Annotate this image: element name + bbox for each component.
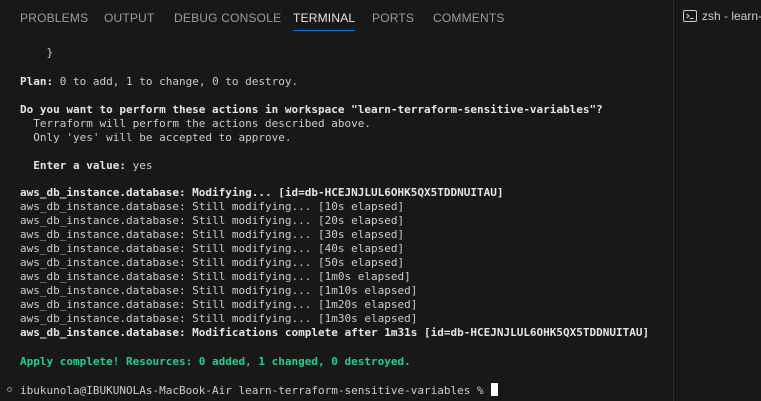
progress-text: Still modifying... [1m20s elapsed] — [185, 298, 418, 311]
resource-prefix: aws_db_instance.database: — [20, 228, 186, 241]
terminal-line-progress: aws_db_instance.database: Still modifyin… — [20, 214, 404, 228]
progress-text: Still modifying... [1m30s elapsed] — [185, 312, 418, 325]
resource-prefix: aws_db_instance.database: — [20, 298, 186, 311]
terminal-line-progress: aws_db_instance.database: Still modifyin… — [20, 200, 404, 214]
terminal-line-info-1: Terraform will perform the actions descr… — [20, 117, 371, 130]
terminal-line-progress: aws_db_instance.database: Still modifyin… — [20, 228, 404, 242]
terminal-instance-label: zsh - learn- — [702, 9, 761, 23]
command-decoration-icon[interactable] — [7, 387, 12, 392]
terminal-prompt-line[interactable]: ibukunola@IBUKUNOLAs-MacBook-Air learn-t… — [20, 383, 499, 398]
terminal-line-info-2: Only 'yes' will be accepted to approve. — [20, 131, 292, 144]
plan-label: Plan: — [20, 75, 54, 88]
enter-value-label: Enter a value: — [20, 159, 126, 172]
terminal-line-progress: aws_db_instance.database: Still modifyin… — [20, 284, 417, 298]
resource-prefix: aws_db_instance.database: — [20, 312, 186, 325]
terminal-output[interactable]: } Plan: 0 to add, 1 to change, 0 to dest… — [20, 0, 670, 401]
terminal-line-progress: aws_db_instance.database: Still modifyin… — [20, 298, 417, 312]
progress-text: Still modifying... [20s elapsed] — [185, 214, 405, 227]
terminal-panel: PROBLEMS OUTPUT DEBUG CONSOLE TERMINAL P… — [0, 0, 761, 401]
terminal-line-progress: aws_db_instance.database: Still modifyin… — [20, 242, 404, 256]
terminal-icon — [683, 10, 697, 22]
terminal-line-brace: } — [20, 46, 54, 59]
resource-prefix: aws_db_instance.database: — [20, 200, 186, 213]
terminal-line-question: Do you want to perform these actions in … — [20, 103, 603, 116]
terminal-line-plan: Plan: 0 to add, 1 to change, 0 to destro… — [20, 75, 298, 89]
terminal-cursor — [491, 383, 499, 396]
resource-prefix: aws_db_instance.database: — [20, 270, 186, 283]
enter-value-input: yes — [125, 159, 153, 172]
shell-prompt: ibukunola@IBUKUNOLAs-MacBook-Air learn-t… — [20, 384, 491, 397]
terminal-instance-item[interactable]: zsh - learn- — [683, 9, 761, 23]
resource-prefix: aws_db_instance.database: — [20, 284, 186, 297]
progress-text: Still modifying... [10s elapsed] — [185, 200, 405, 213]
terminal-line-progress: aws_db_instance.database: Still modifyin… — [20, 312, 417, 326]
terminal-line-progress: aws_db_instance.database: Still modifyin… — [20, 270, 411, 284]
progress-text: Still modifying... [50s elapsed] — [185, 256, 405, 269]
plan-summary: 0 to add, 1 to change, 0 to destroy. — [53, 75, 299, 88]
terminal-line-progress: aws_db_instance.database: Still modifyin… — [20, 256, 404, 270]
progress-text: Still modifying... [1m10s elapsed] — [185, 284, 418, 297]
terminal-line-enter-value: Enter a value: yes — [20, 159, 152, 173]
progress-text: Still modifying... [40s elapsed] — [185, 242, 405, 255]
terminal-line-complete: aws_db_instance.database: Modifications … — [20, 326, 650, 339]
resource-prefix: aws_db_instance.database: — [20, 242, 186, 255]
progress-text: Still modifying... [30s elapsed] — [185, 228, 405, 241]
terminal-line-apply-complete: Apply complete! Resources: 0 added, 1 ch… — [20, 355, 411, 368]
resource-prefix: aws_db_instance.database: — [20, 256, 186, 269]
resource-prefix: aws_db_instance.database: — [20, 214, 186, 227]
terminal-line-modifying: aws_db_instance.database: Modifying... [… — [20, 186, 504, 199]
panel-divider — [673, 0, 674, 401]
progress-text: Still modifying... [1m0s elapsed] — [185, 270, 411, 283]
